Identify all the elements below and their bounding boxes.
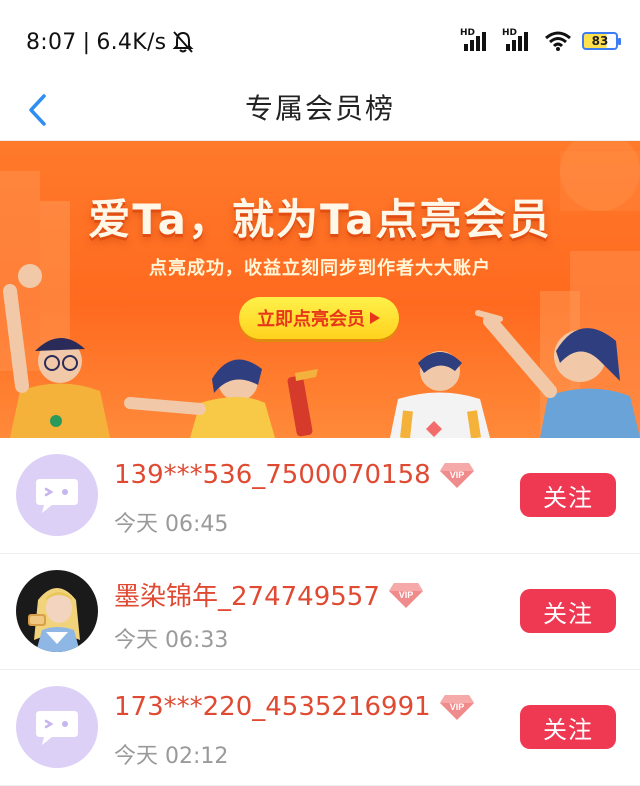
avatar[interactable]	[16, 454, 98, 536]
avatar[interactable]	[16, 686, 98, 768]
status-divider: |	[82, 29, 91, 55]
vip-badge-icon: VIP	[439, 463, 474, 488]
chat-bubble-icon	[36, 711, 78, 745]
status-bar: 8:07 | 6.4K/s HD HD 83	[0, 0, 640, 80]
vip-badge-icon: VIP	[388, 582, 423, 608]
member-name[interactable]: 墨染锦年_274749557 VIP	[114, 576, 424, 613]
header-bar: 专属会员榜	[0, 80, 640, 141]
member-name[interactable]: 173***220_4535216991 VIP	[114, 692, 475, 722]
list-item[interactable]: 139***536_7500070158 VIP 今天 06:45 关注	[0, 438, 640, 554]
avatar-photo	[16, 570, 98, 652]
hd-label: HD	[460, 28, 476, 38]
wifi-icon	[545, 31, 571, 51]
battery-level: 83	[591, 34, 609, 48]
member-name-text: 墨染锦年_274749557	[114, 582, 380, 612]
promo-banner[interactable]: 爱Ta，就为Ta点亮会员 点亮成功，收益立刻同步到作者大大账户 立即点亮会员	[0, 141, 640, 438]
signal-icon: HD	[460, 28, 492, 52]
avatar[interactable]	[16, 570, 98, 652]
status-right: HD HD 83	[460, 26, 621, 56]
battery-icon: 83	[582, 32, 621, 50]
member-time: 今天 06:45	[114, 512, 229, 537]
vip-text: VIP	[449, 470, 464, 480]
member-name-text: 173***220_4535216991	[114, 692, 431, 722]
follow-button[interactable]: 关注	[520, 473, 616, 517]
play-arrow-icon	[370, 312, 380, 324]
chat-bubble-icon	[36, 479, 78, 513]
follow-button[interactable]: 关注	[520, 705, 616, 749]
list-item[interactable]: 173***220_4535216991 VIP 今天 02:12 关注	[0, 670, 640, 786]
member-list: 139***536_7500070158 VIP 今天 06:45 关注 墨染锦…	[0, 438, 640, 786]
member-name[interactable]: 139***536_7500070158 VIP	[114, 460, 475, 490]
light-up-membership-button[interactable]: 立即点亮会员	[239, 297, 399, 339]
vip-badge-icon: VIP	[439, 695, 474, 720]
signal-icon-2: HD	[502, 28, 534, 52]
member-time: 今天 02:12	[114, 744, 229, 769]
bell-off-icon	[173, 31, 194, 53]
status-left: 8:07 | 6.4K/s	[26, 27, 194, 57]
status-time: 8:07	[26, 29, 77, 55]
network-speed: 6.4K/s	[96, 29, 167, 55]
cta-label: 立即点亮会员	[257, 309, 365, 330]
banner-headline: 爱Ta，就为Ta点亮会员	[88, 195, 552, 244]
member-name-text: 139***536_7500070158	[114, 460, 431, 490]
vip-text: VIP	[399, 590, 414, 600]
banner-subtitle: 点亮成功，收益立刻同步到作者大大账户	[149, 258, 491, 279]
member-time: 今天 06:33	[114, 628, 229, 653]
follow-button[interactable]: 关注	[520, 589, 616, 633]
hd-label-2: HD	[502, 28, 518, 38]
vip-text: VIP	[449, 702, 464, 712]
page-title: 专属会员榜	[244, 92, 395, 125]
list-item[interactable]: 墨染锦年_274749557 VIP 今天 06:33 关注	[0, 554, 640, 670]
